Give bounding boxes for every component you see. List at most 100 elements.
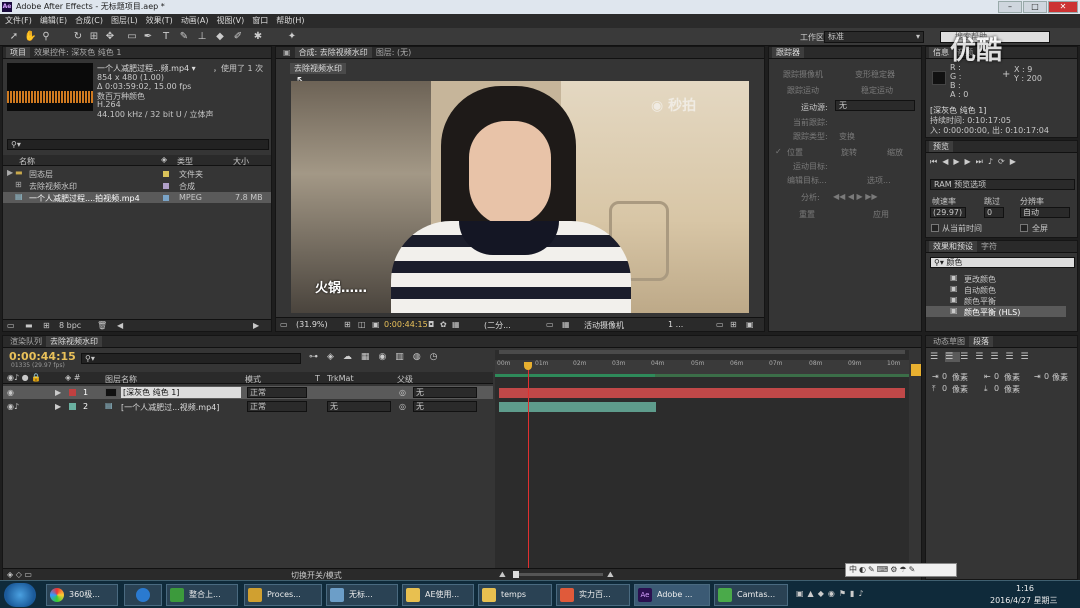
puppet-tool-icon[interactable]: ✱ <box>252 31 264 43</box>
layer-trkmat-dropdown[interactable]: 无 <box>327 401 391 412</box>
space-after-value[interactable]: 0 <box>994 384 999 393</box>
visibility-toggle-icon[interactable]: ◉ <box>7 388 14 397</box>
list-item[interactable]: ⊞ 去除视频水印 合成 <box>3 180 271 191</box>
loop-icon[interactable]: ⟳ <box>998 157 1010 166</box>
comp-marker-bin-icon[interactable] <box>911 364 921 376</box>
clock-time[interactable]: 1:16 <box>1016 584 1034 593</box>
pen-tool-icon[interactable]: ✒ <box>142 31 154 43</box>
new-folder-icon[interactable]: ▬ <box>25 321 33 330</box>
menu-window[interactable]: 窗口 <box>252 16 268 25</box>
toggle-pixel-aspect-icon[interactable]: ▭ <box>716 320 724 329</box>
eraser-tool-icon[interactable]: ◆ <box>214 31 226 43</box>
tab-timeline-comp[interactable]: 去除视频水印 <box>46 336 102 347</box>
selection-tool-icon[interactable]: ➚ <box>8 31 20 43</box>
pick-whip-icon[interactable]: ◎ <box>399 402 406 411</box>
motion-blur-icon[interactable]: ◉ <box>378 352 395 362</box>
layer-mode-dropdown[interactable]: 正常 <box>247 401 307 412</box>
column-name[interactable]: 名称 <box>19 156 35 167</box>
options-button[interactable]: 选项... <box>867 175 891 186</box>
menu-composition[interactable]: 合成(C) <box>75 16 103 25</box>
resolution-dropdown[interactable]: 自动 <box>1020 207 1070 218</box>
tab-tracker[interactable]: 跟踪器 <box>772 47 804 58</box>
tab-layer[interactable]: 图层: (无) <box>372 47 415 58</box>
zoom-in-icon[interactable]: ⛰ <box>607 570 614 580</box>
list-item[interactable]: ▤ 一个人减肥过程....拍视频.mp4 MPEG 7.8 MB <box>3 192 271 203</box>
fullscreen-checkbox[interactable] <box>1020 224 1028 232</box>
project-search-input[interactable]: ⚲▾ <box>7 139 269 150</box>
motion-source-dropdown[interactable]: 无 <box>835 100 915 111</box>
taskbar-item-integrate[interactable]: 整合上... <box>166 584 238 606</box>
layer-parent-dropdown[interactable]: 无 <box>413 401 477 412</box>
play-icon[interactable]: ▶ <box>953 157 964 166</box>
expand-switches-icon[interactable]: ◈ ◇ ▭ <box>7 570 32 579</box>
taskbar-item-temps[interactable]: temps <box>478 584 552 606</box>
column-layer-name[interactable]: 图层名称 <box>105 374 137 385</box>
indent-left-value[interactable]: 0 <box>942 372 947 381</box>
auto-keyframe-icon[interactable]: ◷ <box>430 352 447 362</box>
draft-3d-icon[interactable]: ◈ <box>327 352 343 362</box>
position-checkbox[interactable]: ✓ <box>775 147 782 156</box>
taskbar-item-ae-usage[interactable]: AE使用... <box>402 584 474 606</box>
brainstorm-icon[interactable]: ◍ <box>413 352 430 362</box>
camera-tool-icon[interactable]: ⊞ <box>88 31 100 43</box>
reset-button[interactable]: 重置 <box>799 209 815 220</box>
column-trkmat[interactable]: TrkMat <box>327 374 354 383</box>
menu-animation[interactable]: 动画(A) <box>181 16 209 25</box>
menu-view[interactable]: 视图(V) <box>217 16 245 25</box>
camera-view-dropdown[interactable]: 活动摄像机 <box>584 320 624 331</box>
workspace-dropdown[interactable]: 标准 ▾ <box>824 31 924 43</box>
menu-layer[interactable]: 图层(L) <box>111 16 138 25</box>
system-tray-icons[interactable]: ▣▲◆◉⚑▮♪ <box>796 589 868 598</box>
list-item[interactable]: ▶ ▬ 固态层 文件夹 <box>3 168 271 179</box>
last-frame-icon[interactable]: ⏭ <box>976 157 988 166</box>
current-time-display[interactable]: 0:00:44:15 <box>384 320 428 329</box>
layer-duration-bar-footage[interactable] <box>499 402 656 412</box>
tab-effects-presets[interactable]: 效果和预设 <box>929 241 977 252</box>
tab-project[interactable]: 项目 <box>6 47 30 58</box>
close-button[interactable]: ✕ <box>1048 1 1078 13</box>
brush-tool-icon[interactable]: ✎ <box>178 31 190 43</box>
taskbar-item-process[interactable]: Proces... <box>244 584 322 606</box>
clone-stamp-tool-icon[interactable]: ⊥ <box>196 31 208 43</box>
label-color-swatch[interactable] <box>69 403 76 410</box>
ram-preview-icon[interactable]: ▶ <box>1010 157 1021 166</box>
pan-behind-tool-icon[interactable]: ✥ <box>104 31 116 43</box>
safe-zones-icon[interactable]: ⊞ <box>344 320 351 329</box>
lock-icon[interactable]: ▣ <box>279 47 295 58</box>
taskbar-item-360[interactable]: 360极... <box>46 584 118 606</box>
scroll-left-icon[interactable]: ◀ <box>117 321 123 330</box>
resolution-icon[interactable]: ▦ <box>452 320 460 329</box>
tab-render-queue[interactable]: 渲染队列 <box>6 336 46 347</box>
frame-blending-icon[interactable]: ▦ <box>361 352 379 362</box>
view-layout-dropdown[interactable]: 1 ... <box>668 320 683 329</box>
expand-triangle-icon[interactable]: ▶ <box>55 388 61 397</box>
camera-icon[interactable]: ◘ <box>428 320 434 329</box>
work-area-bar[interactable] <box>499 350 905 354</box>
composition-mini-flowchart-icon[interactable]: ⊶ <box>309 352 327 362</box>
time-ruler[interactable]: 00m 01m 02m 03m 04m 05m 06m 07m 08m 09m … <box>495 360 909 374</box>
space-before-value[interactable]: 0 <box>942 384 947 393</box>
edit-target-button[interactable]: 编辑目标... <box>787 175 827 186</box>
maximize-button[interactable]: □ <box>1023 1 1047 13</box>
column-parent[interactable]: 父级 <box>397 374 413 385</box>
zoom-slider[interactable] <box>513 571 603 578</box>
menu-effect[interactable]: 效果(T) <box>146 16 173 25</box>
table-row[interactable]: ◉♪ ▶ 2 ▤ [一个人减肥过...视频.mp4] 正常 无 ◎ 无 <box>3 400 493 413</box>
stabilize-motion-button[interactable]: 稳定运动 <box>861 85 893 96</box>
previous-frame-icon[interactable]: ◀ <box>942 157 953 166</box>
graph-editor-icon[interactable]: ▥ <box>395 352 413 362</box>
mute-audio-icon[interactable]: ♪ <box>988 157 998 166</box>
roto-brush-tool-icon[interactable]: ✐ <box>232 31 244 43</box>
fast-preview-icon[interactable]: ⊞ <box>730 320 737 329</box>
transparency-grid-icon[interactable]: ▦ <box>562 320 570 329</box>
tab-character[interactable]: 字符 <box>977 241 1001 252</box>
next-frame-icon[interactable]: ▶ <box>965 157 976 166</box>
interpret-footage-icon[interactable]: ▭ <box>7 321 15 330</box>
analyze-controls-icon[interactable]: ◀◀ ◀ ▶ ▶▶ <box>833 192 878 201</box>
column-type[interactable]: 类型 <box>177 156 193 167</box>
effect-item-change-color[interactable]: 更改颜色 <box>964 274 996 285</box>
snapshot-icon[interactable]: ▣ <box>372 320 380 329</box>
menu-help[interactable]: 帮助(H) <box>276 16 304 25</box>
apply-button[interactable]: 应用 <box>873 209 889 220</box>
column-size[interactable]: 大小 <box>233 156 249 167</box>
